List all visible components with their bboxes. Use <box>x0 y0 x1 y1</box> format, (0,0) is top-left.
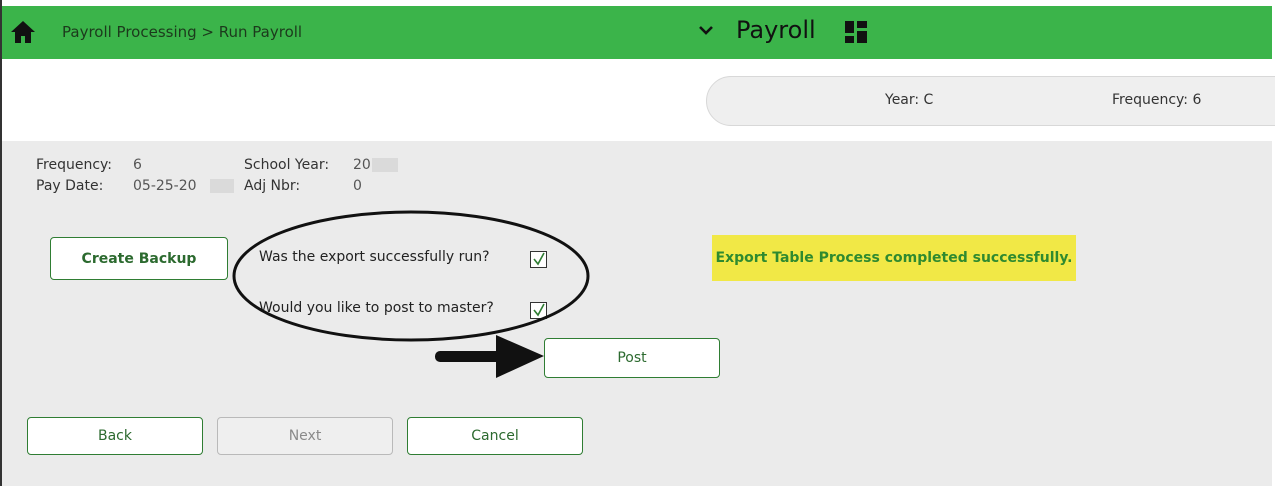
info-strip: Year: C Frequency: 6 <box>2 59 1275 141</box>
frequency-indicator: Frequency: 6 <box>1112 92 1202 108</box>
post-button[interactable]: Post <box>544 338 720 378</box>
breadcrumb[interactable]: Payroll Processing > Run Payroll <box>62 23 302 41</box>
next-button: Next <box>217 417 393 455</box>
post-question-label: Would you like to post to master? <box>259 300 494 316</box>
redacted-block <box>210 179 234 193</box>
school-year-label: School Year: <box>244 157 330 173</box>
create-backup-button[interactable]: Create Backup <box>50 237 228 280</box>
app-frame: Payroll Processing > Run Payroll Payroll… <box>0 0 1275 486</box>
pay-date-value: 05-25-20 <box>133 178 197 194</box>
main-content: Frequency: 6 School Year: 20 Pay Date: 0… <box>2 141 1272 486</box>
module-title: Payroll <box>736 16 816 44</box>
school-year-value: 20 <box>353 157 371 173</box>
highlight-ellipse <box>232 210 590 342</box>
back-button[interactable]: Back <box>27 417 203 455</box>
checkmark-icon <box>533 252 545 266</box>
year-indicator: Year: C <box>885 92 934 108</box>
frequency-label: Frequency: <box>36 157 113 173</box>
context-pill: Year: C Frequency: 6 <box>706 76 1275 126</box>
dashboard-grid-icon[interactable] <box>844 20 868 44</box>
cancel-button[interactable]: Cancel <box>407 417 583 455</box>
arrow-right-icon <box>435 335 544 378</box>
chevron-down-icon[interactable] <box>696 20 716 40</box>
success-message: Export Table Process completed successfu… <box>712 235 1076 281</box>
pay-date-label: Pay Date: <box>36 178 104 194</box>
home-icon[interactable] <box>10 20 36 44</box>
top-bar: Payroll Processing > Run Payroll Payroll <box>2 6 1272 59</box>
adj-nbr-label: Adj Nbr: <box>244 178 301 194</box>
redacted-block <box>372 158 398 172</box>
export-question-label: Was the export successfully run? <box>259 249 490 265</box>
export-run-checkbox[interactable] <box>530 251 547 268</box>
checkmark-icon <box>533 303 545 317</box>
adj-nbr-value: 0 <box>353 178 362 194</box>
frequency-value: 6 <box>133 157 142 173</box>
post-to-master-checkbox[interactable] <box>530 302 547 319</box>
